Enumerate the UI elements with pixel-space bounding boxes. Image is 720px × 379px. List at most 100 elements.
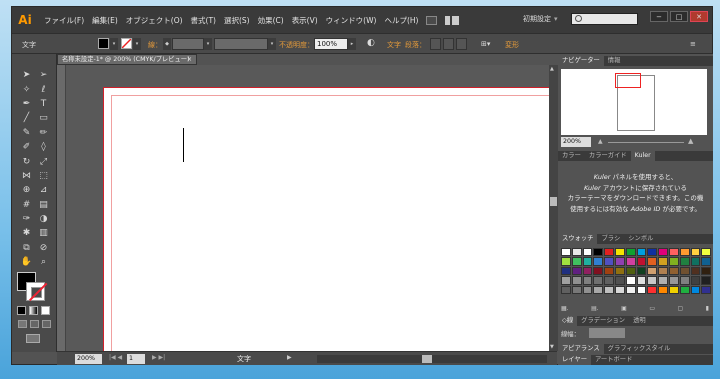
direct-select-icon[interactable]: ➢ <box>35 68 52 82</box>
align-center-button[interactable] <box>443 38 454 50</box>
recolor-icon[interactable]: ◐ <box>367 38 375 48</box>
vertical-scroll-thumb[interactable] <box>550 197 557 206</box>
shape-builder-icon[interactable]: ⊕ <box>18 183 35 197</box>
next-page-icon[interactable]: ▶ ▶| <box>152 354 165 361</box>
delete-swatch-icon[interactable]: ▮ <box>706 305 709 314</box>
stroke-tab-0[interactable]: ◇線 <box>558 316 578 326</box>
swatch[interactable] <box>582 257 593 266</box>
artboard-icon[interactable]: ⧉ <box>18 241 35 255</box>
close-button[interactable]: ✕ <box>690 11 708 22</box>
arrange-icon[interactable]: ⊞▾ <box>481 40 490 48</box>
variable-width-dropdown[interactable]: ▾ <box>268 38 276 50</box>
swatch[interactable] <box>561 276 571 285</box>
navigator-zoom-slider[interactable] <box>608 142 684 143</box>
align-left-button[interactable] <box>430 38 441 50</box>
color-tab-1[interactable]: カラーガイド <box>585 151 631 161</box>
eyedropper-icon[interactable]: ✑ <box>18 212 35 226</box>
swatch[interactable] <box>668 266 679 276</box>
swatch[interactable] <box>593 248 604 257</box>
rectangle-icon[interactable]: ▭ <box>35 111 52 125</box>
stroke-tab-2[interactable]: 透明 <box>629 316 650 326</box>
paragraph-link[interactable]: 段落： <box>405 40 426 50</box>
stroke-tab-1[interactable]: グラデーション <box>577 316 629 326</box>
swatch[interactable] <box>658 285 668 294</box>
scroll-up-icon[interactable]: ▲ <box>550 66 554 72</box>
horizontal-scroll-thumb[interactable] <box>422 355 432 363</box>
swatch[interactable] <box>571 248 582 257</box>
swatch[interactable] <box>701 257 712 266</box>
layer-tab-0[interactable]: レイヤー <box>558 355 591 365</box>
zoom-level-field[interactable]: 200% <box>75 354 102 364</box>
panel-menu-icon[interactable]: ≡ <box>690 40 696 48</box>
navigator-view-box[interactable] <box>615 73 641 88</box>
document-tab-close[interactable]: × <box>187 55 192 64</box>
lasso-icon[interactable]: ℓ <box>35 82 52 96</box>
swatch[interactable] <box>658 257 668 266</box>
document-tab[interactable]: 名称未設定-1* @ 200% (CMYK/プレビュー) × <box>57 54 197 65</box>
status-menu-icon[interactable]: ▶ <box>287 354 292 361</box>
stroke-color-box[interactable] <box>26 282 45 301</box>
appearance-tab-1[interactable]: グラフィックスタイル <box>604 344 675 354</box>
screen-mode-icon[interactable] <box>26 334 40 343</box>
menu-item-4[interactable]: 選択(S) <box>220 15 254 26</box>
navigator-tab-0[interactable]: ナビゲーター <box>558 56 604 66</box>
swatch[interactable] <box>614 248 625 257</box>
menu-item-2[interactable]: オブジェクト(O) <box>122 15 187 26</box>
color-mode-button[interactable] <box>17 306 26 315</box>
swatch[interactable] <box>614 266 625 276</box>
swatch[interactable] <box>668 248 679 257</box>
swatch[interactable] <box>571 266 582 276</box>
navigator-zoom-field[interactable]: 200% <box>561 137 591 147</box>
swatch[interactable] <box>593 266 604 276</box>
swatch[interactable] <box>647 257 658 266</box>
color-tab-0[interactable]: カラー <box>558 151 585 161</box>
perspective-icon[interactable]: ⊿ <box>35 183 52 197</box>
workspace-switcher[interactable]: 初期設定 ▾ <box>523 14 558 24</box>
swatch[interactable] <box>658 248 668 257</box>
swatch[interactable] <box>647 276 658 285</box>
width-icon[interactable]: ⋈ <box>18 169 35 183</box>
swatch-options-icon[interactable]: ▣ <box>621 305 627 314</box>
swatch[interactable] <box>636 276 647 285</box>
swatch[interactable] <box>561 257 571 266</box>
swatch[interactable] <box>582 276 593 285</box>
variable-width-select[interactable] <box>214 38 268 50</box>
swatch[interactable] <box>658 266 668 276</box>
blob-brush-icon[interactable]: ✐ <box>18 140 35 154</box>
opacity-dropdown[interactable]: ▸ <box>348 38 356 50</box>
swatch[interactable] <box>625 285 636 294</box>
type-icon[interactable]: T <box>35 97 52 111</box>
free-transform-icon[interactable]: ⬚ <box>35 169 52 183</box>
stroke-label[interactable]: 線： <box>148 40 162 50</box>
layer-tab-1[interactable]: アートボード <box>591 355 636 365</box>
swatch[interactable] <box>593 276 604 285</box>
swatch-kind-icon[interactable]: ▤. <box>591 305 599 314</box>
graph-icon[interactable]: ▥ <box>35 226 52 240</box>
page-number-field[interactable]: 1 <box>127 354 145 364</box>
paintbrush-icon[interactable]: ✎ <box>18 126 35 140</box>
swatch[interactable] <box>679 266 690 276</box>
symbol-sprayer-icon[interactable]: ✱ <box>18 226 35 240</box>
swatch[interactable] <box>593 257 604 266</box>
swatch[interactable] <box>582 266 593 276</box>
swatch[interactable] <box>636 248 647 257</box>
horizontal-scrollbar[interactable] <box>317 355 547 363</box>
swatch[interactable] <box>614 257 625 266</box>
swatch[interactable] <box>668 257 679 266</box>
swatch[interactable] <box>679 257 690 266</box>
navigator-tab-1[interactable]: 情報 <box>604 56 625 66</box>
arrange-documents-icon[interactable] <box>445 15 460 25</box>
stroke-weight-field[interactable] <box>172 38 204 50</box>
swatch-tab-0[interactable]: スウォッチ <box>558 234 598 244</box>
menu-item-8[interactable]: ヘルプ(H) <box>380 15 422 26</box>
swatch[interactable] <box>561 266 571 276</box>
new-swatch-icon[interactable]: ▢ <box>678 305 684 314</box>
opacity-field[interactable]: 100% <box>314 38 348 50</box>
slice-icon[interactable]: ⊘ <box>35 241 52 255</box>
color-tab-2[interactable]: Kuler <box>630 151 655 161</box>
fill-dropdown-icon[interactable]: ▾ <box>110 38 118 50</box>
mesh-icon[interactable]: # <box>18 198 35 212</box>
fill-swatch[interactable] <box>98 38 109 49</box>
transform-link[interactable]: 変形 <box>505 40 519 50</box>
stroke-weight-stepper[interactable]: ◆ <box>163 38 171 50</box>
